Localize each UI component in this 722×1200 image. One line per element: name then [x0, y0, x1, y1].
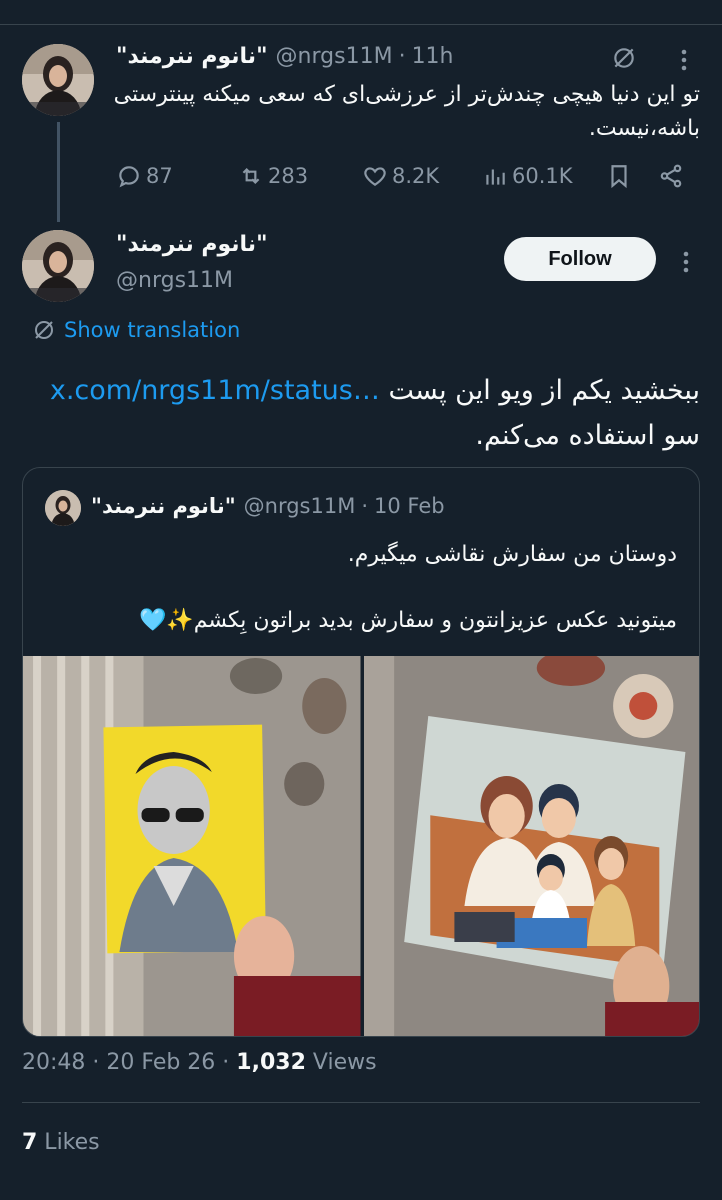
quoted-avatar [45, 490, 81, 526]
quoted-date: 10 Feb [374, 494, 445, 518]
main-display-name-row: "نانوم ننرمند" [116, 232, 268, 257]
parent-action-bar: 87 283 8.2K 60.1K [0, 156, 722, 196]
parent-avatar[interactable] [22, 44, 94, 116]
parent-tweet-text: تو این دنیا هیچی چندش‌تر از عرزشی‌ای که … [113, 82, 700, 141]
parent-header: "نانوم ننرمند" @nrgs11M · 11h [116, 44, 454, 69]
separator-dot: · [398, 44, 406, 69]
parent-more-icon[interactable] [670, 44, 698, 76]
views-total: 1,032 [236, 1050, 306, 1075]
status-link[interactable]: x.com/nrgs11m/status… [50, 375, 380, 406]
main-handle-row: @nrgs11M [116, 268, 233, 293]
show-translation-link[interactable]: Show translation [32, 318, 240, 342]
repost-count: 283 [268, 164, 309, 188]
quoted-tweet-card[interactable]: "نانوم ننرمند" @nrgs11M · 10 Feb دوستان … [22, 467, 700, 1037]
reply-icon [119, 166, 139, 188]
main-text-part2: سو استفاده می‌کنم. [475, 420, 700, 451]
bookmark-icon [611, 165, 627, 189]
bookmark-button[interactable] [606, 156, 636, 196]
parent-display-name[interactable]: "نانوم ننرمند" [116, 44, 268, 69]
reply-count: 87 [146, 164, 173, 188]
main-avatar[interactable] [22, 230, 94, 302]
main-handle[interactable]: @nrgs11M [116, 268, 233, 293]
tweet-meta: 20:48 · 20 Feb 26 · 1,032 Views [22, 1050, 377, 1075]
likes-label: Likes [37, 1130, 100, 1155]
like-button[interactable]: 8.2K [362, 156, 439, 196]
show-translation-label: Show translation [64, 318, 241, 342]
main-text-part1: ببخشید یکم از ویو این پست [388, 375, 700, 406]
top-divider [0, 24, 722, 25]
like-count: 8.2K [392, 164, 440, 188]
parent-time[interactable]: 11h [412, 44, 454, 69]
likes-summary[interactable]: 7 Likes [22, 1130, 100, 1155]
reply-button[interactable]: 87 [116, 156, 173, 196]
share-button[interactable] [658, 156, 688, 196]
translate-icon [35, 321, 53, 339]
divider [22, 1102, 700, 1103]
heart-icon [364, 167, 386, 186]
main-display-name[interactable]: "نانوم ننرمند" [116, 232, 268, 257]
main-more-icon[interactable] [672, 246, 700, 278]
repost-icon [242, 167, 260, 185]
parent-handle[interactable]: @nrgs11M [276, 44, 393, 69]
views-button[interactable]: 60.1K [482, 156, 573, 196]
views-count: 60.1K [512, 164, 573, 188]
separator-dot: · [361, 494, 369, 518]
repost-button[interactable]: 283 [238, 156, 308, 196]
quoted-media [23, 656, 699, 1036]
likes-total: 7 [22, 1130, 38, 1155]
translate-icon[interactable] [608, 42, 640, 74]
follow-button[interactable]: Follow [504, 237, 656, 281]
quoted-header: "نانوم ننرمند" @nrgs11M · 10 Feb [91, 494, 445, 518]
views-label: Views [305, 1050, 377, 1075]
tweet-timestamp[interactable]: 20:48 · 20 Feb 26 · [22, 1050, 236, 1075]
main-tweet-text: ببخشید یکم از ویو این پست x.com/nrgs11m/… [20, 368, 700, 458]
views-icon [486, 169, 505, 185]
quoted-line-2: میتونید عکس عزیزانتون و سفارش بدید براتو… [139, 608, 677, 633]
quoted-handle: @nrgs11M [243, 494, 356, 518]
media-image-portrait-yellow[interactable] [23, 656, 361, 1036]
share-icon [660, 164, 682, 188]
media-image-family-painting[interactable] [363, 656, 699, 1036]
quoted-display-name: "نانوم ننرمند" [91, 494, 236, 518]
quoted-line-1: دوستان من سفارش نقاشی میگیرم. [347, 542, 677, 567]
